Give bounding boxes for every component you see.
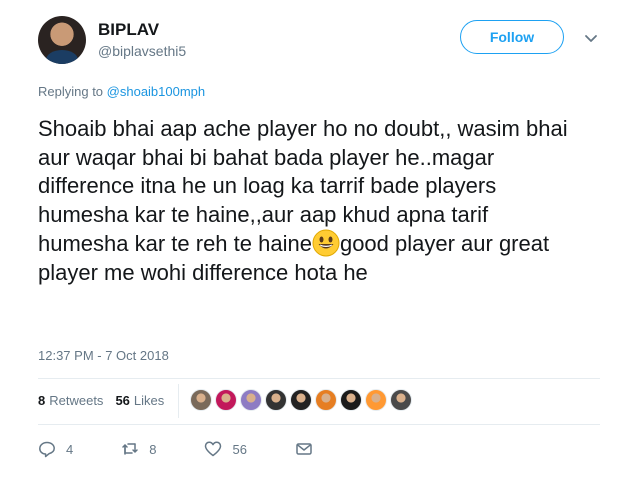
tweet-stats: 8 Retweets 56 Likes — [38, 393, 176, 408]
reply-icon — [39, 441, 55, 458]
retweet-count: 8 — [149, 441, 157, 457]
retweets-stat-label: Retweets — [49, 393, 104, 408]
likes-stat-label: Likes — [133, 393, 165, 408]
liker-avatar[interactable] — [290, 389, 312, 411]
tweet-text: Shoaib bhai aap ache player ho no doubt,… — [38, 115, 578, 287]
liker-avatar[interactable] — [315, 389, 337, 411]
reply-action[interactable]: 4 — [38, 440, 73, 458]
author-avatar[interactable] — [38, 16, 86, 64]
reply-prefix: Replying to — [38, 84, 107, 99]
retweet-action[interactable]: 8 — [121, 440, 156, 458]
tweet-actions: 4 8 56 — [38, 440, 371, 458]
like-count: 56 — [232, 441, 247, 457]
liker-avatar[interactable] — [190, 389, 212, 411]
reply-handle-link[interactable]: @shoaib100mph — [107, 84, 205, 99]
liker-avatar[interactable] — [340, 389, 362, 411]
tweet-timestamp[interactable]: 12:37 PM - 7 Oct 2018 — [38, 348, 169, 363]
divider-top — [38, 378, 600, 379]
liker-avatar[interactable] — [215, 389, 237, 411]
like-action[interactable]: 56 — [204, 440, 247, 458]
reply-context: Replying to @shoaib100mph — [38, 84, 205, 99]
liker-avatars — [190, 389, 415, 411]
stats-separator — [178, 384, 179, 418]
retweets-stat-count: 8 — [38, 393, 46, 408]
retweet-icon — [122, 443, 138, 455]
follow-button[interactable]: Follow — [460, 20, 564, 54]
chevron-down-icon[interactable] — [583, 30, 599, 46]
author-screen-name[interactable]: @biplavsethi5 — [98, 43, 186, 59]
envelope-icon — [296, 443, 312, 455]
reply-count: 4 — [66, 441, 74, 457]
liker-avatar[interactable] — [365, 389, 387, 411]
heart-icon — [205, 441, 222, 457]
direct-message-action[interactable] — [295, 440, 323, 458]
likes-stat-count: 56 — [115, 393, 130, 408]
retweets-stat[interactable]: 8 Retweets — [38, 393, 103, 408]
liker-avatar[interactable] — [265, 389, 287, 411]
grinning-face-emoji-icon — [312, 229, 340, 257]
author-display-name[interactable]: BIPLAV — [98, 20, 159, 40]
liker-avatar[interactable] — [390, 389, 412, 411]
liker-avatar[interactable] — [240, 389, 262, 411]
likes-stat[interactable]: 56 Likes — [115, 393, 164, 408]
divider-bottom — [38, 424, 600, 425]
